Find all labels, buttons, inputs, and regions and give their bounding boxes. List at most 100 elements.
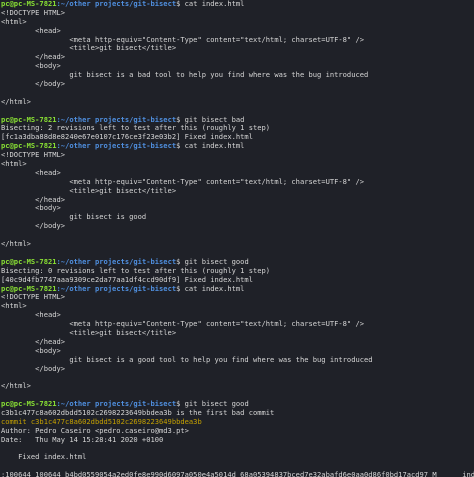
output-text: git bisect is good bbox=[1, 213, 147, 222]
output-text: <!DOCTYPE HTML> bbox=[1, 8, 66, 17]
output-line: Author: Pedro Caseiro <pedro.caseiro@md3… bbox=[1, 427, 474, 436]
prompt-user: pc@pc-MS-7821 bbox=[1, 400, 57, 409]
output-text: </html> bbox=[1, 240, 31, 249]
output-line: <head> bbox=[1, 169, 474, 178]
prompt-path: :~/other projects/git-bisect bbox=[56, 257, 177, 266]
output-line: <title>git bisect</title> bbox=[1, 187, 474, 196]
prompt-user: pc@pc-MS-7821 bbox=[1, 284, 57, 293]
output-line: <head> bbox=[1, 311, 474, 320]
output-line: </html> bbox=[1, 240, 474, 249]
output-line: </head> bbox=[1, 196, 474, 205]
commit-hash-text: commit c3b1c477c8a602dbdd5102c2698223649… bbox=[1, 417, 202, 426]
output-line: </head> bbox=[1, 338, 474, 347]
output-line: git bisect is good bbox=[1, 213, 474, 222]
output-line: [fc1a3dba88d8e8240e67e0107c176ce3f23e03b… bbox=[1, 133, 474, 142]
output-text: <!DOCTYPE HTML> bbox=[1, 293, 66, 302]
output-line: <html> bbox=[1, 302, 474, 311]
command-text: $ cat index.html bbox=[176, 0, 245, 8]
output-text: <title>git bisect</title> bbox=[1, 186, 177, 195]
output-text: </body> bbox=[1, 222, 66, 231]
output-text: <body> bbox=[1, 346, 61, 355]
prompt-line: pc@pc-MS-7821:~/other projects/git-bisec… bbox=[1, 285, 474, 294]
output-line: <head> bbox=[1, 27, 474, 36]
command-text: $ git bisect good bbox=[176, 400, 249, 409]
output-text: c3b1c477c8a602dbdd5102c2698223649bbdea3b… bbox=[1, 408, 275, 417]
output-line: </head> bbox=[1, 53, 474, 62]
output-line: <!DOCTYPE HTML> bbox=[1, 151, 474, 160]
prompt-user: pc@pc-MS-7821 bbox=[1, 115, 57, 124]
output-text: <head> bbox=[1, 311, 61, 320]
output-text: git bisect is a bad tool to help you fin… bbox=[1, 71, 369, 80]
output-text: <body> bbox=[1, 204, 61, 213]
prompt-line: pc@pc-MS-7821:~/other projects/git-bisec… bbox=[1, 0, 474, 9]
output-text: </html> bbox=[1, 97, 31, 106]
output-line: <meta http-equiv="Content-Type" content=… bbox=[1, 36, 474, 45]
prompt-path: :~/other projects/git-bisect bbox=[56, 284, 177, 293]
output-line: :100644 100644 b4bd0559054a2ed0fe8e990d6… bbox=[1, 471, 474, 477]
output-line: <html> bbox=[1, 160, 474, 169]
output-line: Fixed index.html bbox=[1, 453, 474, 462]
output-text: <meta http-equiv="Content-Type" content=… bbox=[1, 177, 365, 186]
output-text: </body> bbox=[1, 80, 66, 89]
prompt-line: pc@pc-MS-7821:~/other projects/git-bisec… bbox=[1, 258, 474, 267]
terminal-window[interactable]: pc@pc-MS-7821:~/other projects/git-bisec… bbox=[0, 0, 474, 477]
output-line: <body> bbox=[1, 347, 474, 356]
output-line: <meta http-equiv="Content-Type" content=… bbox=[1, 178, 474, 187]
output-line: <html> bbox=[1, 18, 474, 27]
output-line: <meta http-equiv="Content-Type" content=… bbox=[1, 320, 474, 329]
output-text: <head> bbox=[1, 168, 61, 177]
output-line: git bisect is a good tool to help you fi… bbox=[1, 356, 474, 365]
output-line: <!DOCTYPE HTML> bbox=[1, 293, 474, 302]
command-text: $ cat index.html bbox=[176, 142, 245, 151]
commit-hash-line: commit c3b1c477c8a602dbdd5102c2698223649… bbox=[1, 418, 474, 427]
output-line: </html> bbox=[1, 98, 474, 107]
output-line: </body> bbox=[1, 365, 474, 374]
prompt-path: :~/other projects/git-bisect bbox=[56, 400, 177, 409]
prompt-path: :~/other projects/git-bisect bbox=[56, 0, 177, 8]
output-text: <meta http-equiv="Content-Type" content=… bbox=[1, 35, 365, 44]
output-line: Bisecting: 0 revisions left to test afte… bbox=[1, 267, 474, 276]
output-line: <title>git bisect</title> bbox=[1, 329, 474, 338]
output-text: <title>git bisect</title> bbox=[1, 328, 177, 337]
output-text: </body> bbox=[1, 364, 66, 373]
output-text: <html> bbox=[1, 302, 27, 311]
output-text: Date: Thu May 14 15:28:41 2020 +0100 bbox=[1, 435, 164, 444]
output-text: Bisecting: 0 revisions left to test afte… bbox=[1, 266, 271, 275]
output-line: </body> bbox=[1, 222, 474, 231]
output-line: Date: Thu May 14 15:28:41 2020 +0100 bbox=[1, 436, 474, 445]
output-text: :100644 100644 b4bd0559054a2ed0fe8e990d6… bbox=[1, 471, 474, 477]
command-text: $ git bisect bad bbox=[176, 115, 245, 124]
prompt-user: pc@pc-MS-7821 bbox=[1, 0, 57, 8]
prompt-user: pc@pc-MS-7821 bbox=[1, 257, 57, 266]
output-text: <body> bbox=[1, 62, 61, 71]
command-text: $ git bisect good bbox=[176, 257, 249, 266]
output-line: [40c9d4fb7747aaa9309ce2da77aa1df4ccd90df… bbox=[1, 276, 474, 285]
output-line: git bisect is a bad tool to help you fin… bbox=[1, 71, 474, 80]
command-text: $ cat index.html bbox=[176, 284, 245, 293]
output-text: Author: Pedro Caseiro <pedro.caseiro@md3… bbox=[1, 426, 189, 435]
output-text: <!DOCTYPE HTML> bbox=[1, 151, 66, 160]
prompt-path: :~/other projects/git-bisect bbox=[56, 115, 177, 124]
output-line: <title>git bisect</title> bbox=[1, 44, 474, 53]
output-text: <html> bbox=[1, 17, 27, 26]
output-text: <meta http-equiv="Content-Type" content=… bbox=[1, 320, 365, 329]
prompt-line: pc@pc-MS-7821:~/other projects/git-bisec… bbox=[1, 400, 474, 409]
prompt-path: :~/other projects/git-bisect bbox=[56, 142, 177, 151]
output-text: Bisecting: 2 revisions left to test afte… bbox=[1, 124, 271, 133]
output-text: git bisect is a good tool to help you fi… bbox=[1, 355, 373, 364]
output-text: </head> bbox=[1, 53, 66, 62]
output-text: [fc1a3dba88d8e8240e67e0107c176ce3f23e03b… bbox=[1, 133, 253, 142]
prompt-user: pc@pc-MS-7821 bbox=[1, 142, 57, 151]
output-text: Fixed index.html bbox=[1, 453, 87, 462]
output-line: c3b1c477c8a602dbdd5102c2698223649bbdea3b… bbox=[1, 409, 474, 418]
output-text: <head> bbox=[1, 26, 61, 35]
output-text: </html> bbox=[1, 382, 31, 391]
output-line: Bisecting: 2 revisions left to test afte… bbox=[1, 124, 474, 133]
